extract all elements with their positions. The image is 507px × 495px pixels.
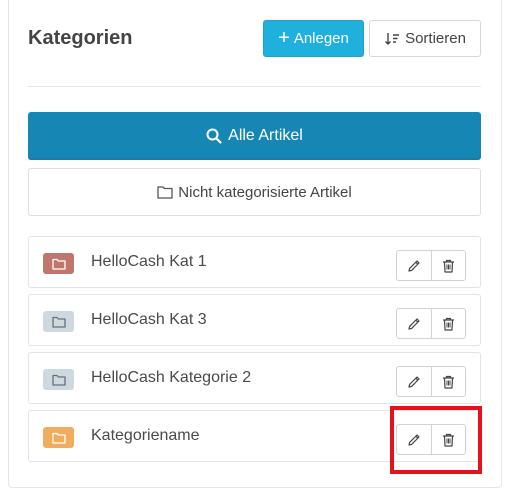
category-row[interactable]: HelloCash Kategorie 2 [28, 352, 481, 404]
category-name: HelloCash Kategorie 2 [91, 369, 252, 386]
category-color-swatch [43, 311, 74, 332]
add-button-label: Anlegen [293, 30, 349, 47]
pencil-icon [408, 433, 420, 446]
trash-icon [442, 375, 454, 389]
pencil-icon [408, 317, 420, 330]
sort-button-label: Sortieren [405, 30, 466, 47]
folder-icon [51, 374, 66, 386]
category-color-swatch [43, 253, 74, 274]
category-color-swatch [43, 369, 74, 390]
category-row[interactable]: HelloCash Kat 3 [28, 294, 481, 346]
category-color-swatch [43, 427, 74, 448]
edit-button[interactable] [397, 309, 431, 338]
row-actions [396, 366, 466, 397]
all-articles-label: Alle Artikel [228, 127, 303, 144]
add-category-button[interactable]: + Anlegen [263, 20, 364, 57]
plus-icon: + [278, 26, 290, 49]
category-name: Kategoriename [91, 427, 200, 444]
divider [28, 86, 481, 87]
uncategorized-articles-button[interactable]: Nicht kategorisierte Artikel [28, 168, 481, 216]
folder-icon [51, 316, 66, 328]
category-row[interactable]: HelloCash Kat 1 [28, 236, 481, 288]
pencil-icon [408, 375, 420, 388]
search-icon [206, 128, 222, 144]
row-actions [396, 424, 466, 455]
folder-icon [51, 258, 66, 270]
trash-icon [442, 317, 454, 331]
trash-icon [442, 433, 454, 447]
delete-button[interactable] [430, 251, 466, 280]
uncategorized-label: Nicht kategorisierte Artikel [178, 183, 352, 201]
delete-button[interactable] [430, 309, 466, 338]
page-title: Kategorien [28, 27, 133, 49]
edit-button[interactable] [397, 425, 431, 454]
edit-button[interactable] [397, 367, 431, 396]
sort-button[interactable]: Sortieren [369, 20, 481, 57]
folder-icon [157, 186, 173, 199]
edit-button[interactable] [397, 251, 431, 280]
delete-button[interactable] [430, 425, 466, 454]
category-name: HelloCash Kat 3 [91, 311, 207, 328]
category-row[interactable]: Kategoriename [28, 410, 481, 462]
row-actions [396, 250, 466, 281]
sort-icon [385, 32, 400, 45]
trash-icon [442, 259, 454, 273]
all-articles-button[interactable]: Alle Artikel [28, 112, 481, 160]
category-name: HelloCash Kat 1 [91, 253, 207, 270]
folder-icon [51, 432, 66, 444]
row-actions [396, 308, 466, 339]
delete-button[interactable] [430, 367, 466, 396]
pencil-icon [408, 259, 420, 272]
